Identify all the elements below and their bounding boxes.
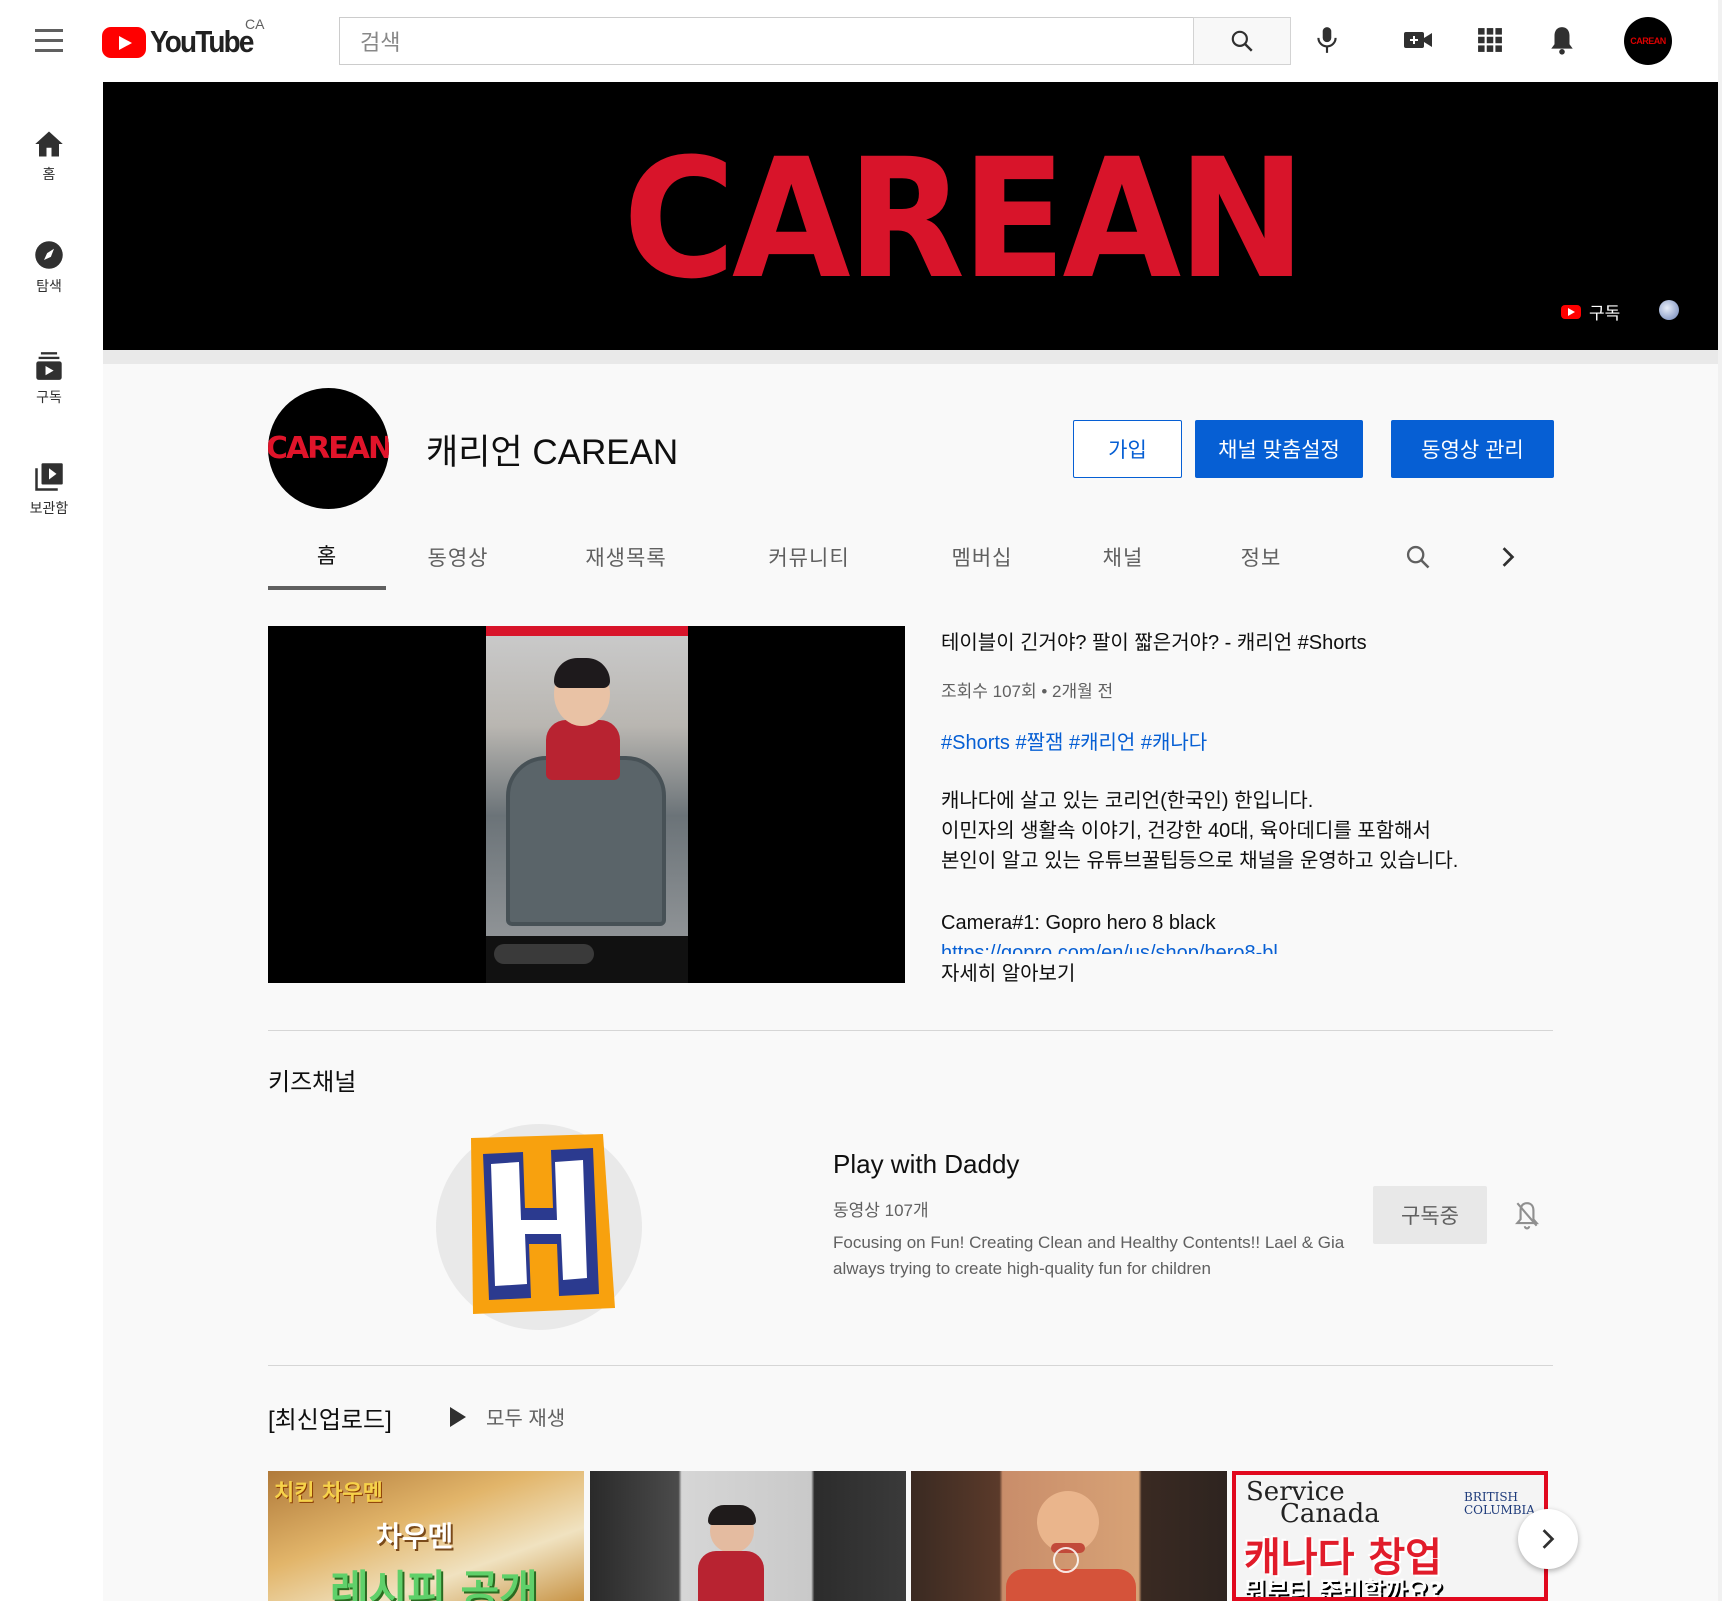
thumbnail-text: 레시피 공개: [330, 1566, 538, 1601]
microphone-icon[interactable]: [1307, 20, 1347, 60]
featured-video-link[interactable]: https://gopro.com/en/us/shop/hero8-bl: [941, 940, 1278, 954]
channel-avatar-text: CAREAN: [268, 431, 389, 466]
sidebar: 홈 탐색 구독 보관함: [0, 82, 103, 1601]
page-scrollbar[interactable]: [1718, 0, 1722, 1601]
kids-channel-description: Focusing on Fun! Creating Clean and Heal…: [833, 1233, 1345, 1278]
tab-playlists[interactable]: 재생목록: [551, 524, 701, 590]
sidebar-item-label: 보관함: [29, 500, 69, 516]
play-all-button[interactable]: 모두 재생: [450, 1402, 565, 1431]
sidebar-item-home[interactable]: 홈: [0, 112, 98, 202]
search-icon: [1231, 30, 1253, 52]
channel-home-content: 테이블이 긴거야? 팔이 짧은거야? - 캐리언 #Shorts 조회수 107…: [103, 590, 1718, 1601]
sidebar-item-label: 홈: [42, 166, 56, 182]
banner-subscribe-link[interactable]: 구독: [1561, 299, 1620, 324]
notifications-bell-icon[interactable]: [1542, 20, 1582, 60]
video-thumbnail[interactable]: [590, 1471, 906, 1601]
search-input[interactable]: 검색: [339, 17, 1193, 65]
thumbnail-text: 뭐부터 준비할까요?: [1244, 1577, 1443, 1601]
featured-video-meta: 조회수 107회 • 2개월 전: [941, 682, 1114, 701]
notifications-off-icon[interactable]: [1507, 1195, 1547, 1235]
video-thumbnail[interactable]: Service Canada BRITISH COLUMBIA 캐나다 창업 뭐…: [1232, 1471, 1548, 1601]
join-button[interactable]: 가입: [1073, 420, 1182, 478]
banner-title: CAREAN: [623, 123, 1306, 315]
banner-spacer: [103, 350, 1718, 364]
sidebar-item-library[interactable]: 보관함: [0, 445, 98, 535]
sidebar-item-label: 구독: [36, 389, 62, 405]
globe-icon[interactable]: [1659, 300, 1679, 320]
apps-grid-icon[interactable]: [1470, 20, 1510, 60]
tab-channels[interactable]: 채널: [1068, 524, 1178, 590]
youtube-mini-icon: [1561, 304, 1581, 319]
manage-videos-button[interactable]: 동영상 관리: [1391, 420, 1554, 478]
video-frame: [486, 626, 688, 983]
country-code: CA: [245, 16, 265, 32]
channel-header: CAREAN 캐리언 CAREAN 가입 채널 맞춤설정 동영상 관리 홈 동영…: [103, 364, 1718, 590]
search-button[interactable]: [1193, 17, 1291, 65]
tab-membership[interactable]: 멤버십: [917, 524, 1047, 590]
youtube-play-icon: [102, 26, 146, 58]
top-bar: YouTube CA 검색 CAREAN: [0, 0, 1722, 82]
video-thumbnail[interactable]: [911, 1471, 1227, 1601]
phone-status-bar: [486, 626, 688, 636]
video-thumbnail[interactable]: 치킨 차우멘 차우멘 레시피 공개: [268, 1471, 584, 1601]
description-line: 이민자의 생활속 이야기, 건강한 40대, 육아데디를 포함해서: [941, 820, 1431, 842]
tab-community[interactable]: 커뮤니티: [734, 524, 884, 590]
section-divider: [268, 1365, 1553, 1366]
tab-videos[interactable]: 동영상: [393, 524, 523, 590]
chevron-right-icon: [1542, 1529, 1555, 1549]
play-icon: [450, 1406, 466, 1427]
library-icon: [35, 463, 63, 491]
channel-search-icon[interactable]: [1388, 524, 1448, 590]
phone-comment-bar: [486, 936, 688, 983]
menu-icon[interactable]: [30, 29, 68, 53]
channel-banner: CAREAN 구독: [103, 82, 1718, 350]
tabs-next-chevron-icon[interactable]: [1483, 524, 1533, 590]
read-more-link[interactable]: 자세히 알아보기: [941, 957, 1075, 986]
channel-avatar[interactable]: CAREAN: [268, 388, 389, 509]
featured-video-player[interactable]: [268, 626, 905, 983]
description-line: 캐나다에 살고 있는 코리언(한국인) 한입니다.: [941, 790, 1314, 812]
banner-subscribe-label: 구독: [1589, 304, 1621, 323]
thumbnail-text: 차우멘: [376, 1520, 454, 1553]
featured-video-hashtags[interactable]: #Shorts #짤잼 #캐리언 #캐나다: [941, 726, 1207, 755]
play-all-label: 모두 재생: [486, 1408, 566, 1430]
channel-name: 캐리언 CAREAN: [426, 433, 679, 472]
avatar-text: CAREAN: [1630, 36, 1666, 46]
tab-about[interactable]: 정보: [1206, 524, 1316, 590]
description-line: 본인이 알고 있는 유튜브꿀팁등으로 채널을 운영하고 있습니다.: [941, 850, 1459, 872]
featured-video-camera: Camera#1: Gopro hero 8 black: [941, 912, 1216, 934]
sidebar-item-explore[interactable]: 탐색: [0, 223, 98, 313]
thumbnail-text: 치킨 차우멘: [274, 1481, 383, 1506]
logo-text: YouTube: [150, 24, 254, 59]
home-icon: [35, 131, 63, 157]
account-avatar[interactable]: CAREAN: [1624, 17, 1672, 65]
tab-home[interactable]: 홈: [268, 524, 386, 590]
subscriptions-icon: [36, 352, 62, 380]
sidebar-item-label: 탐색: [36, 278, 62, 294]
kids-section-title[interactable]: 키즈채널: [268, 1062, 356, 1097]
video-thumbnail-image: [486, 636, 688, 936]
customize-channel-button[interactable]: 채널 맞춤설정: [1195, 420, 1363, 478]
featured-video-title[interactable]: 테이블이 긴거야? 팔이 짧은거야? - 캐리언 #Shorts: [941, 626, 1367, 655]
kids-channel-name[interactable]: Play with Daddy: [833, 1149, 1019, 1180]
kids-channel-logo: [471, 1134, 615, 1314]
youtube-logo[interactable]: YouTube CA: [102, 16, 264, 60]
featured-video-description: 캐나다에 살고 있는 코리언(한국인) 한입니다. 이민자의 생활속 이야기, …: [941, 786, 1458, 876]
explore-icon: [35, 241, 63, 269]
create-video-icon[interactable]: [1398, 20, 1438, 60]
carousel-next-button[interactable]: [1518, 1509, 1578, 1569]
section-divider: [268, 1030, 1553, 1031]
subscribed-button[interactable]: 구독중: [1373, 1186, 1487, 1244]
sidebar-item-subscriptions[interactable]: 구독: [0, 334, 98, 424]
latest-uploads-title[interactable]: [최신업로드]: [268, 1400, 392, 1435]
kids-channel-video-count: 동영상 107개: [833, 1201, 929, 1220]
